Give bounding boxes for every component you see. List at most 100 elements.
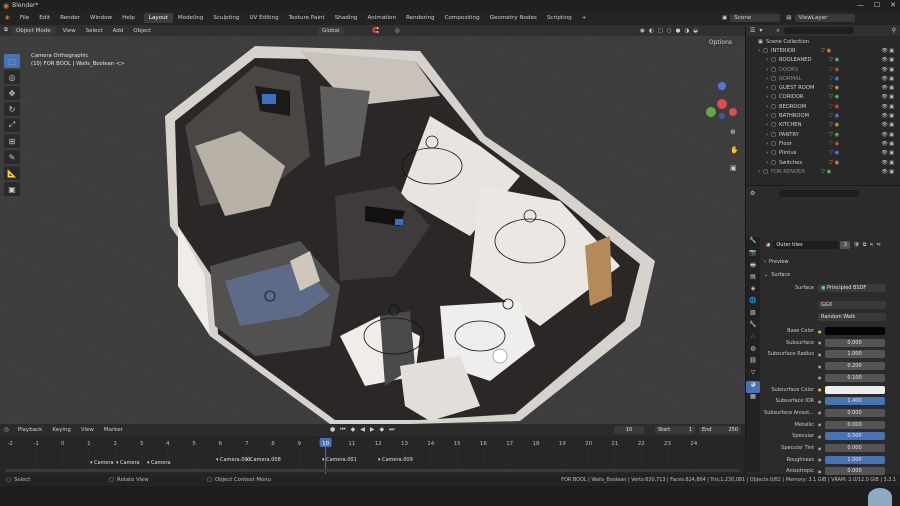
chevron-right-icon[interactable]: › [766,94,768,100]
socket-icon[interactable]: ● [818,364,822,369]
visibility-toggle-icon[interactable]: 👁 ▣ [881,104,894,110]
menu-render[interactable]: Render [55,15,85,21]
marker-icon[interactable]: ▾ [116,460,119,466]
tab-modifier-icon[interactable]: 🔧 [746,321,760,333]
timeline-editor-icon[interactable]: ◷ [4,427,9,433]
viewport-3d[interactable]: ⊕ ✋ ▣ Camera Orthographic (10) FOR BOOL … [0,36,745,424]
properties-editor-icon[interactable]: ⚙ [750,190,755,197]
shader-input-field[interactable]: 1.000 [824,350,885,359]
shading-material-icon[interactable]: ◑ [684,28,689,34]
socket-icon[interactable]: ● [818,422,822,427]
node-link-icon[interactable]: ⇋ [877,242,881,248]
outliner-search-icon[interactable]: ⌕ [776,27,779,35]
outliner-item[interactable]: › ▢ CORIDOR ▽ ◉ 👁 ▣ [746,93,900,102]
chevron-right-icon[interactable]: › [766,122,768,128]
chevron-right-icon[interactable]: › [766,76,768,82]
visibility-toggle-icon[interactable]: 👁 ▣ [881,48,894,54]
timeline-ruler[interactable]: -2-1012345678910111213141516171819202122… [0,436,745,474]
chevron-right-icon[interactable]: › [766,113,768,119]
shader-input-field[interactable]: 0.000 [824,467,885,476]
zoom-icon[interactable]: ⊕ [730,128,736,136]
snap-icon[interactable]: 🧲 [372,28,379,34]
shader-input-field[interactable] [824,385,885,394]
outliner-item[interactable]: › ▢ BOOLEANED ▽ ◉ 👁 ▣ [746,56,900,65]
chevron-right-icon[interactable]: › [766,104,768,110]
outliner-item[interactable]: › ▢ DOORS ▽ ◉ 👁 ▣ [746,65,900,74]
select-box-tool-icon[interactable]: ⬚ [4,54,20,68]
fake-user-icon[interactable]: 🛡 [853,242,859,248]
viewport-scene[interactable]: ⊕ ✋ ▣ [0,36,745,424]
start-frame-field[interactable]: Start 1 [655,426,695,434]
tab-particles-icon[interactable]: ∴ [746,333,760,345]
outliner-item[interactable]: › ▢ INTERIOR ▽ ◉ 👁 ▣ [746,46,900,55]
visibility-toggle-icon[interactable]: 👁 ▣ [881,141,894,147]
overlay-icon[interactable]: ◐ [649,28,654,34]
shader-input-field[interactable]: 0.000 [824,338,885,347]
outliner-item[interactable]: › ▢ KITCHEN ▽ ◉ 👁 ▣ [746,121,900,130]
outliner-item[interactable]: › ▢ NORMAL ▽ ◉ 👁 ▣ [746,74,900,83]
surface-panel-header[interactable]: ⌄ Surface [760,270,900,280]
tab-uv-editing[interactable]: UV Editing [244,13,283,23]
add-workspace-button[interactable]: + [577,13,592,23]
select-menu[interactable]: Select [81,28,108,34]
outliner-item[interactable]: › ▢ PANTRY ▽ ◉ 👁 ▣ [746,130,900,139]
cursor-tool-icon[interactable]: ◎ [4,70,20,84]
tab-object-icon[interactable]: ▧ [746,309,760,321]
chevron-right-icon[interactable]: › [766,150,768,156]
chevron-right-icon[interactable]: › [766,141,768,147]
shader-input-field[interactable]: 0.500 [824,432,885,441]
marker-icon[interactable]: ▾ [147,460,150,466]
timeline-marker[interactable]: Camera [151,460,171,466]
next-key-icon[interactable]: ◆ [380,426,385,434]
camera-view-icon[interactable]: ▣ [730,164,737,172]
tab-world-icon[interactable]: 🌐 [746,297,760,309]
visibility-toggle-icon[interactable]: 👁 ▣ [881,94,894,100]
tab-animation[interactable]: Animation [362,13,401,23]
socket-icon[interactable]: ● [818,446,822,451]
marker-icon[interactable]: ▾ [378,457,381,463]
tab-tool-icon[interactable]: 🔧 [746,237,760,249]
tab-render-icon[interactable]: 📷 [746,249,760,261]
tab-texture-paint[interactable]: Texture Paint [284,13,330,23]
scene-collection-row[interactable]: ▣ Scene Collection [746,37,900,46]
marker-icon[interactable]: ▾ [322,457,325,463]
mode-selector[interactable]: Object Mode [11,26,55,35]
subsurface-method-select[interactable]: Random Walk [818,313,886,321]
timeline-marker[interactable]: Camera.009 [382,457,413,463]
marker-icon[interactable]: ▾ [216,457,219,463]
tab-constraints-icon[interactable]: ⛓ [746,357,760,369]
duplicate-material-icon[interactable]: ⧉ [863,242,867,248]
menu-help[interactable]: Help [117,15,140,21]
object-menu[interactable]: Object [128,28,156,34]
chevron-right-icon[interactable]: › [766,57,768,63]
annotate-tool-icon[interactable]: ✎ [4,150,20,164]
socket-icon[interactable]: ● [818,340,822,345]
chevron-right-icon[interactable]: › [766,132,768,138]
timeline-area[interactable]: -2-1012345678910111213141516171819202122… [0,436,745,474]
tab-rendering[interactable]: Rendering [401,13,440,23]
tab-data-icon[interactable]: ▽ [746,369,760,381]
scene-selector[interactable]: Scene [730,14,781,22]
timeline-marker[interactable]: Camera [94,460,114,466]
socket-icon[interactable]: ● [818,387,822,392]
shading-wire-icon[interactable]: ○ [667,28,672,34]
shader-input-field[interactable]: 0.100 [824,373,885,382]
socket-icon[interactable]: ● [818,399,822,404]
tab-sculpting[interactable]: Sculpting [208,13,244,23]
outliner-search[interactable] [783,27,854,34]
socket-icon[interactable]: ● [818,329,822,334]
tab-layout[interactable]: Layout [143,13,173,23]
shader-input-field[interactable]: 0.000 [824,408,885,417]
socket-icon[interactable]: ● [818,457,822,462]
visibility-icon[interactable]: ◉ [640,28,645,34]
pan-hand-icon[interactable]: ✋ [730,145,739,154]
socket-icon[interactable]: ● [818,469,822,474]
chevron-right-icon[interactable]: › [766,85,768,91]
material-name-field[interactable]: Outer tiles [773,241,839,249]
xray-icon[interactable]: ▢ [658,28,663,34]
playback-menu[interactable]: Playback [13,427,48,433]
prev-key-icon[interactable]: ◆ [351,426,356,434]
visibility-toggle-icon[interactable]: 👁 ▣ [881,113,894,119]
tab-compositing[interactable]: Compositing [440,13,485,23]
shader-input-field[interactable] [824,327,885,335]
